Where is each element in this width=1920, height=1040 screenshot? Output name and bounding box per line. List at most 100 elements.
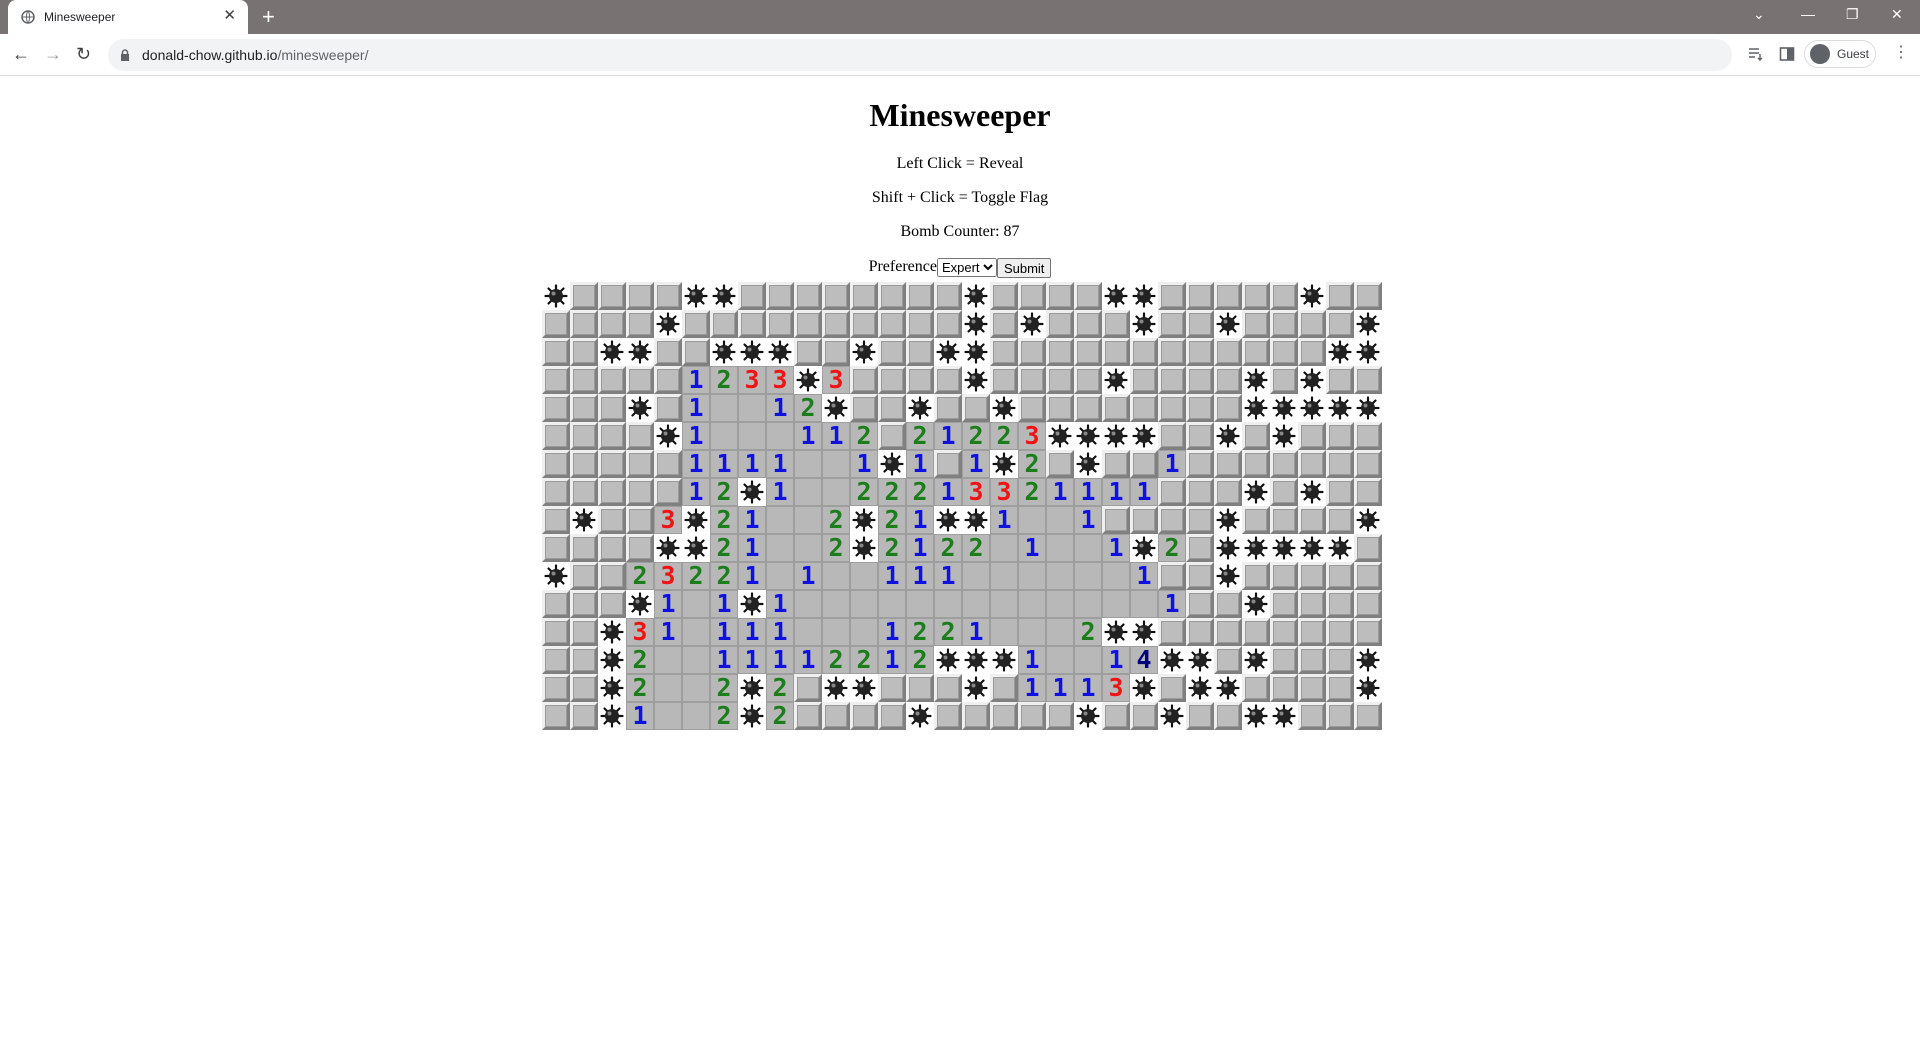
hidden-cell[interactable] [654, 282, 682, 310]
hidden-cell[interactable] [1298, 506, 1326, 534]
mine-icon[interactable] [542, 562, 570, 590]
revealed-cell[interactable] [682, 618, 710, 646]
hidden-cell[interactable] [598, 394, 626, 422]
hidden-cell[interactable] [1326, 422, 1354, 450]
hidden-cell[interactable] [542, 478, 570, 506]
number-cell[interactable]: 1 [710, 646, 738, 674]
number-cell[interactable]: 3 [1102, 674, 1130, 702]
hidden-cell[interactable] [598, 478, 626, 506]
hidden-cell[interactable] [1158, 478, 1186, 506]
mine-icon[interactable] [738, 478, 766, 506]
hidden-cell[interactable] [1242, 422, 1270, 450]
number-cell[interactable]: 2 [710, 562, 738, 590]
number-cell[interactable]: 2 [906, 618, 934, 646]
hidden-cell[interactable] [1326, 478, 1354, 506]
mine-icon[interactable] [766, 338, 794, 366]
hidden-cell[interactable] [1354, 618, 1382, 646]
revealed-cell[interactable] [766, 422, 794, 450]
number-cell[interactable]: 1 [682, 422, 710, 450]
hidden-cell[interactable] [598, 282, 626, 310]
hidden-cell[interactable] [1270, 478, 1298, 506]
hidden-cell[interactable] [934, 674, 962, 702]
hidden-cell[interactable] [1354, 478, 1382, 506]
revealed-cell[interactable] [794, 534, 822, 562]
hidden-cell[interactable] [794, 310, 822, 338]
hidden-cell[interactable] [1046, 394, 1074, 422]
revealed-cell[interactable] [906, 590, 934, 618]
mine-icon[interactable] [1074, 450, 1102, 478]
hidden-cell[interactable] [1102, 506, 1130, 534]
number-cell[interactable]: 3 [626, 618, 654, 646]
number-cell[interactable]: 1 [738, 646, 766, 674]
hidden-cell[interactable] [1242, 450, 1270, 478]
forward-icon[interactable]: → [44, 44, 62, 64]
hidden-cell[interactable] [1130, 450, 1158, 478]
mine-icon[interactable] [598, 674, 626, 702]
number-cell[interactable]: 2 [710, 534, 738, 562]
hidden-cell[interactable] [1074, 394, 1102, 422]
number-cell[interactable]: 3 [654, 506, 682, 534]
hidden-cell[interactable] [682, 338, 710, 366]
revealed-cell[interactable] [766, 562, 794, 590]
hidden-cell[interactable] [570, 534, 598, 562]
mine-icon[interactable] [1354, 506, 1382, 534]
hidden-cell[interactable] [794, 338, 822, 366]
mine-icon[interactable] [1158, 646, 1186, 674]
number-cell[interactable]: 2 [850, 646, 878, 674]
number-cell[interactable]: 3 [822, 366, 850, 394]
hidden-cell[interactable] [542, 338, 570, 366]
hidden-cell[interactable] [1130, 506, 1158, 534]
hidden-cell[interactable] [570, 366, 598, 394]
number-cell[interactable]: 2 [766, 702, 794, 730]
hidden-cell[interactable] [1018, 394, 1046, 422]
mine-icon[interactable] [962, 310, 990, 338]
hidden-cell[interactable] [822, 702, 850, 730]
hidden-cell[interactable] [1158, 282, 1186, 310]
mine-icon[interactable] [1102, 618, 1130, 646]
number-cell[interactable]: 1 [962, 450, 990, 478]
revealed-cell[interactable] [850, 590, 878, 618]
revealed-cell[interactable] [710, 422, 738, 450]
hidden-cell[interactable] [850, 310, 878, 338]
plus-icon[interactable]: + [262, 4, 275, 30]
hidden-cell[interactable] [542, 450, 570, 478]
revealed-cell[interactable] [1102, 562, 1130, 590]
revealed-cell[interactable] [794, 506, 822, 534]
mine-icon[interactable] [1214, 562, 1242, 590]
number-cell[interactable]: 1 [990, 506, 1018, 534]
mine-icon[interactable] [738, 590, 766, 618]
number-cell[interactable]: 1 [1074, 478, 1102, 506]
mine-icon[interactable] [1298, 534, 1326, 562]
hidden-cell[interactable] [822, 338, 850, 366]
hidden-cell[interactable] [1158, 366, 1186, 394]
close-icon[interactable]: ✕ [223, 8, 236, 24]
hidden-cell[interactable] [1186, 450, 1214, 478]
hidden-cell[interactable] [1298, 562, 1326, 590]
number-cell[interactable]: 1 [1130, 562, 1158, 590]
number-cell[interactable]: 3 [962, 478, 990, 506]
number-cell[interactable]: 2 [962, 422, 990, 450]
hidden-cell[interactable] [1326, 282, 1354, 310]
hidden-cell[interactable] [542, 646, 570, 674]
number-cell[interactable]: 2 [682, 562, 710, 590]
hidden-cell[interactable] [1102, 338, 1130, 366]
mine-icon[interactable] [1326, 394, 1354, 422]
mine-icon[interactable] [962, 338, 990, 366]
hidden-cell[interactable] [1102, 310, 1130, 338]
hidden-cell[interactable] [598, 506, 626, 534]
hidden-cell[interactable] [1046, 366, 1074, 394]
revealed-cell[interactable] [682, 646, 710, 674]
hidden-cell[interactable] [1270, 366, 1298, 394]
hidden-cell[interactable] [654, 366, 682, 394]
hidden-cell[interactable] [570, 646, 598, 674]
revealed-cell[interactable] [794, 590, 822, 618]
number-cell[interactable]: 1 [1102, 534, 1130, 562]
mine-icon[interactable] [1298, 282, 1326, 310]
hidden-cell[interactable] [850, 702, 878, 730]
mine-icon[interactable] [542, 282, 570, 310]
mine-icon[interactable] [1074, 702, 1102, 730]
hidden-cell[interactable] [1186, 338, 1214, 366]
hidden-cell[interactable] [1242, 310, 1270, 338]
number-cell[interactable]: 1 [626, 702, 654, 730]
mine-icon[interactable] [626, 590, 654, 618]
